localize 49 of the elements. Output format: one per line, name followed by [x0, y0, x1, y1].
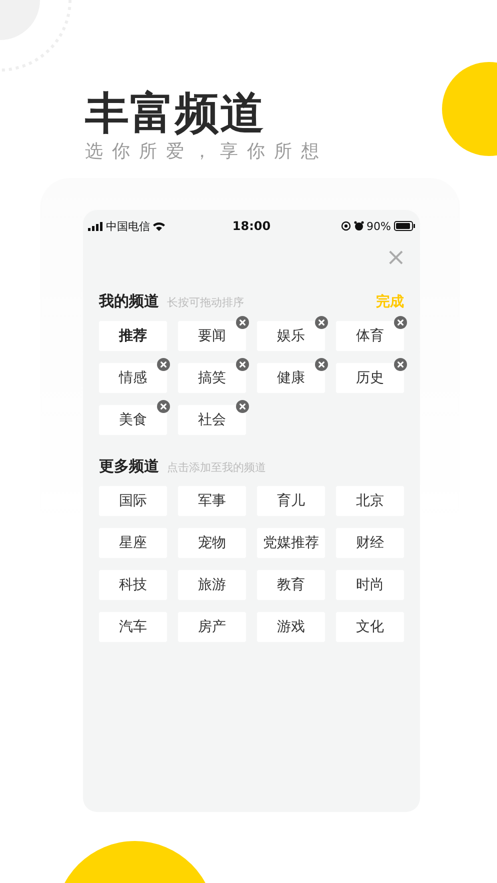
rotation-lock-icon	[340, 221, 351, 231]
wifi-icon	[153, 222, 165, 230]
tagline: 选你所爱，享你所想	[85, 140, 328, 164]
remove-icon[interactable]	[236, 316, 249, 329]
headline: 丰富频道	[85, 88, 265, 140]
channel-tag[interactable]: 旅游	[178, 570, 246, 600]
channel-tag[interactable]: 要闻	[178, 321, 246, 351]
section-hint: 点击添加至我的频道	[167, 460, 266, 475]
remove-icon[interactable]	[315, 358, 328, 371]
battery-icon	[394, 221, 415, 231]
channel-tag[interactable]: 历史	[336, 363, 404, 393]
channel-tag[interactable]: 北京	[336, 486, 404, 516]
channel-tag[interactable]: 党媒推荐	[257, 528, 325, 558]
channel-tag[interactable]: 社会	[178, 405, 246, 435]
channel-tag[interactable]: 宠物	[178, 528, 246, 558]
signal-icon	[88, 222, 103, 230]
channel-tag[interactable]: 情感	[99, 363, 167, 393]
channel-tag[interactable]: 房产	[178, 612, 246, 642]
channel-tag[interactable]: 汽车	[99, 612, 167, 642]
remove-icon[interactable]	[157, 358, 170, 371]
channel-tag[interactable]: 文化	[336, 612, 404, 642]
channel-tag[interactable]: 星座	[99, 528, 167, 558]
remove-icon[interactable]	[394, 316, 407, 329]
channel-tag[interactable]: 时尚	[336, 570, 404, 600]
channel-tag[interactable]: 财经	[336, 528, 404, 558]
channel-tag[interactable]: 体育	[336, 321, 404, 351]
channel-tag[interactable]: 军事	[178, 486, 246, 516]
channel-tag[interactable]: 推荐	[99, 321, 167, 351]
channel-tag[interactable]: 美食	[99, 405, 167, 435]
battery-percent: 90%	[366, 220, 391, 232]
remove-icon[interactable]	[236, 358, 249, 371]
channel-tag[interactable]: 育儿	[257, 486, 325, 516]
remove-icon[interactable]	[157, 400, 170, 413]
channel-tag[interactable]: 搞笑	[178, 363, 246, 393]
channel-tag[interactable]: 科技	[99, 570, 167, 600]
channel-tag[interactable]: 游戏	[257, 612, 325, 642]
section-title: 更多频道	[99, 457, 159, 476]
channel-tag[interactable]: 健康	[257, 363, 325, 393]
section-title: 我的频道	[99, 292, 159, 311]
alarm-icon	[354, 221, 364, 231]
status-time: 18:00	[232, 219, 271, 233]
remove-icon[interactable]	[394, 358, 407, 371]
section-hint: 长按可拖动排序	[167, 295, 244, 310]
channel-tag[interactable]: 国际	[99, 486, 167, 516]
channel-tag[interactable]: 教育	[257, 570, 325, 600]
remove-icon[interactable]	[315, 316, 328, 329]
carrier-name: 中国电信	[106, 218, 150, 234]
channel-tag[interactable]: 娱乐	[257, 321, 325, 351]
remove-icon[interactable]	[236, 400, 249, 413]
